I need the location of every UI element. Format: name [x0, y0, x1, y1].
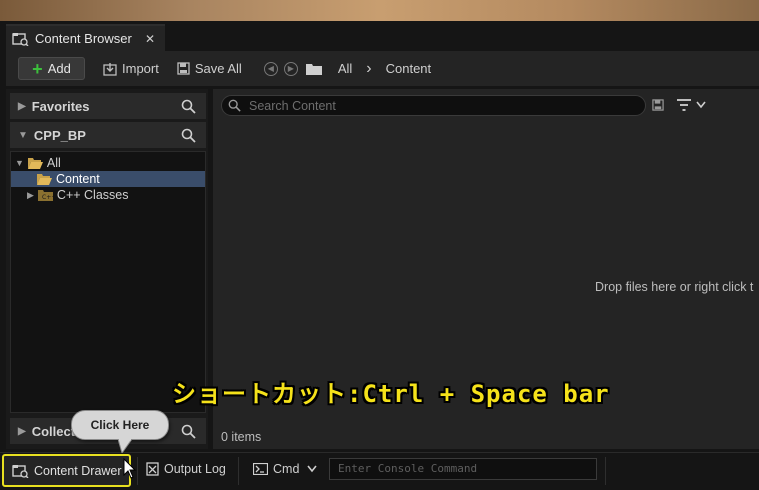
console-placeholder: Enter Console Command	[338, 462, 478, 475]
breadcrumb-separator-icon: ›	[366, 59, 372, 77]
save-all-label: Save All	[194, 61, 242, 76]
add-button[interactable]: + Add	[18, 57, 85, 80]
callout-label: Click Here	[90, 418, 150, 432]
favorites-header[interactable]: ▶ Favorites	[10, 93, 206, 119]
cmd-label: Cmd	[273, 462, 300, 476]
output-log-icon	[146, 462, 159, 476]
import-button[interactable]: Import	[97, 57, 165, 81]
cpp-folder-icon: C++	[37, 190, 53, 201]
content-browser-icon	[12, 32, 29, 46]
project-header[interactable]: ▼ CPP_BP	[10, 122, 206, 148]
close-icon[interactable]: ✕	[145, 32, 155, 46]
expanded-arrow-icon: ▼	[18, 129, 28, 141]
filter-button[interactable]	[676, 98, 706, 112]
tab-content-browser[interactable]: Content Browser ✕	[6, 24, 165, 51]
tree-label: All	[46, 156, 61, 170]
content-browser-icon	[12, 464, 29, 478]
collections-label: Collect	[31, 423, 76, 439]
terminal-icon	[253, 463, 268, 475]
breadcrumb-all[interactable]: All	[338, 61, 352, 76]
chevron-down-icon	[696, 101, 706, 109]
breadcrumb-content[interactable]: Content	[386, 61, 432, 76]
content-drawer-button[interactable]: Content Drawer	[2, 454, 131, 487]
search-icon[interactable]	[181, 424, 196, 439]
search-icon[interactable]	[181, 128, 196, 143]
expanded-arrow-icon: ▼	[15, 158, 24, 168]
project-label: CPP_BP	[33, 127, 86, 143]
output-log-button[interactable]: Output Log	[146, 462, 226, 476]
console-input[interactable]: Enter Console Command	[329, 458, 597, 480]
tab-title: Content Browser	[35, 31, 132, 46]
search-icon	[228, 99, 241, 112]
content-drawer-label: Content Drawer	[34, 463, 122, 478]
tree-label: Content	[56, 172, 100, 186]
click-here-callout: Click Here	[71, 410, 169, 440]
tree-item-content[interactable]: Content	[11, 171, 205, 187]
tree-label: C++ Classes	[56, 188, 129, 202]
drop-hint: Drop files here or right click t	[595, 280, 754, 294]
open-folder-icon	[37, 174, 52, 185]
collapsed-arrow-icon: ▶	[27, 189, 34, 200]
save-search-icon[interactable]	[652, 99, 664, 111]
shortcut-annotation: ショートカット:Ctrl + Space bar	[172, 380, 610, 408]
mouse-cursor-icon	[123, 458, 137, 479]
collapsed-arrow-icon: ▶	[18, 425, 26, 437]
search-input[interactable]: Search Content	[221, 95, 646, 116]
search-placeholder: Search Content	[249, 98, 336, 113]
divider	[238, 457, 239, 485]
tree-item-cpp-classes[interactable]: ▶ C++ C++ Classes	[11, 187, 221, 203]
divider	[137, 457, 138, 485]
chevron-down-icon	[307, 465, 318, 473]
import-icon	[103, 62, 117, 76]
favorites-label: Favorites	[31, 98, 90, 114]
cmd-dropdown[interactable]: Cmd	[253, 462, 318, 476]
forward-arrow-icon[interactable]: ▶	[283, 61, 298, 76]
save-all-button[interactable]: Save All	[171, 57, 248, 81]
add-label: Add	[47, 61, 71, 76]
divider	[605, 457, 606, 485]
open-folder-icon	[27, 158, 43, 169]
import-label: Import	[122, 61, 159, 76]
plus-icon: +	[32, 58, 43, 79]
tree-item-all[interactable]: ▼ All	[11, 155, 209, 171]
callout-pointer	[118, 439, 132, 453]
folder-icon	[305, 63, 322, 75]
item-count: 0 items	[221, 430, 262, 444]
collapsed-arrow-icon: ▶	[18, 100, 26, 112]
viewport-strip	[0, 0, 759, 21]
save-icon	[177, 62, 190, 75]
svg-text:C++: C++	[42, 194, 53, 201]
search-icon[interactable]	[181, 99, 196, 114]
toolbar: + Add Import Save All ◀ ▶ All › Content	[6, 51, 759, 86]
back-arrow-icon[interactable]: ◀	[263, 61, 278, 76]
output-log-label: Output Log	[164, 462, 226, 476]
filter-icon	[677, 99, 691, 111]
